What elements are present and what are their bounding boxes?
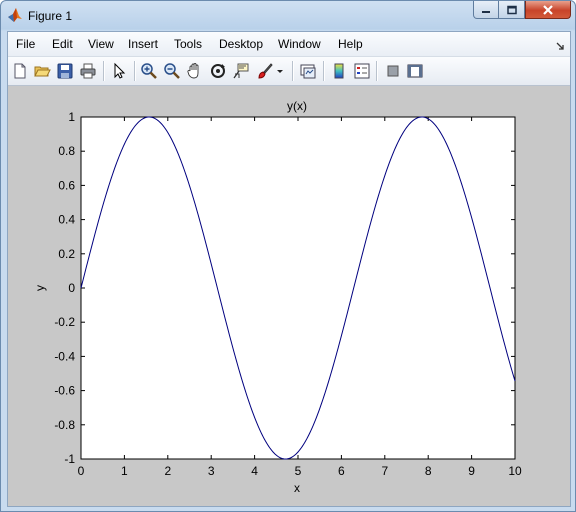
x-axis-label: x xyxy=(294,481,300,495)
new-figure-icon[interactable] xyxy=(11,62,29,80)
matlab-logo-icon xyxy=(7,7,23,23)
x-tick-label: 5 xyxy=(295,464,302,478)
chart-title: y(x) xyxy=(287,99,307,113)
menu-window[interactable]: Window xyxy=(278,37,321,51)
plot-svg[interactable]: y(x) x y 0 1 2 3 4 5 6 7 8 9 10 1 0.8 0.6 0.4 0.2 0 -0.2 -… xyxy=(8,86,570,506)
menu-tools[interactable]: Tools xyxy=(174,37,202,51)
y-tick-label: -0.4 xyxy=(54,349,75,363)
y-tick-label: -1 xyxy=(64,452,75,466)
x-tick-label: 0 xyxy=(78,464,85,478)
x-tick-label: 2 xyxy=(164,464,171,478)
legend-icon[interactable] xyxy=(353,62,371,80)
zoom-in-icon[interactable] xyxy=(140,62,158,80)
x-tick-label: 1 xyxy=(121,464,128,478)
menu-help[interactable]: Help xyxy=(338,37,363,51)
hide-plot-tools-icon[interactable] xyxy=(384,62,402,80)
colorbar-icon[interactable] xyxy=(330,62,348,80)
data-cursor-icon[interactable] xyxy=(232,62,250,80)
y-tick-label: 0.4 xyxy=(58,213,75,227)
y-tick-label: -0.6 xyxy=(54,384,75,398)
zoom-out-icon[interactable] xyxy=(163,62,181,80)
link-plot-icon[interactable] xyxy=(299,62,317,80)
y-tick-label: 1 xyxy=(68,110,75,124)
y-tick-label: -0.2 xyxy=(54,315,75,329)
save-icon[interactable] xyxy=(56,62,74,80)
menu-edit[interactable]: Edit xyxy=(52,37,73,51)
print-icon[interactable] xyxy=(79,62,97,80)
close-icon xyxy=(543,4,553,15)
maximize-button[interactable] xyxy=(499,1,525,19)
figure-client-area: File Edit View Insert Tools Desktop Wind… xyxy=(7,31,571,507)
y-tick-label: -0.8 xyxy=(54,418,75,432)
x-tick-label: 7 xyxy=(381,464,388,478)
menu-desktop[interactable]: Desktop xyxy=(219,37,263,51)
x-tick-label: 4 xyxy=(251,464,258,478)
rotate-3d-icon[interactable] xyxy=(209,62,227,80)
open-file-icon[interactable] xyxy=(33,62,51,80)
brush-icon[interactable] xyxy=(256,62,274,80)
dock-arrow-icon[interactable] xyxy=(556,39,564,53)
y-axis-label: y xyxy=(33,285,47,291)
x-tick-label: 8 xyxy=(425,464,432,478)
window-title: Figure 1 xyxy=(28,9,73,23)
figure-window: Figure 1 File Edit View Insert Tools Des… xyxy=(0,0,576,512)
minimize-icon xyxy=(482,10,490,13)
title-bar[interactable]: Figure 1 xyxy=(1,1,575,30)
menu-bar: File Edit View Insert Tools Desktop Wind… xyxy=(8,32,570,57)
x-tick-label: 9 xyxy=(468,464,475,478)
figure-toolbar xyxy=(8,57,570,86)
y-tick-label: 0 xyxy=(68,281,75,295)
figure-canvas: y(x) x y 0 1 2 3 4 5 6 7 8 9 10 1 0.8 0.6 0.4 0.2 0 -0.2 -… xyxy=(8,86,570,506)
show-plot-tools-icon[interactable] xyxy=(406,62,424,80)
edit-plot-arrow-icon[interactable] xyxy=(110,62,128,80)
brush-dropdown-icon[interactable] xyxy=(276,62,285,80)
y-tick-label: 0.6 xyxy=(58,178,75,192)
x-tick-label: 6 xyxy=(338,464,345,478)
x-tick-label: 10 xyxy=(508,464,522,478)
axes-background xyxy=(80,116,516,460)
pan-hand-icon[interactable] xyxy=(186,62,204,80)
maximize-icon xyxy=(506,5,517,14)
minimize-button[interactable] xyxy=(473,1,499,19)
menu-insert[interactable]: Insert xyxy=(128,37,158,51)
y-tick-label: 0.8 xyxy=(58,144,75,158)
menu-file[interactable]: File xyxy=(16,37,35,51)
x-tick-label: 3 xyxy=(208,464,215,478)
close-button[interactable] xyxy=(525,1,571,19)
menu-view[interactable]: View xyxy=(88,37,114,51)
y-tick-label: 0.2 xyxy=(58,247,75,261)
